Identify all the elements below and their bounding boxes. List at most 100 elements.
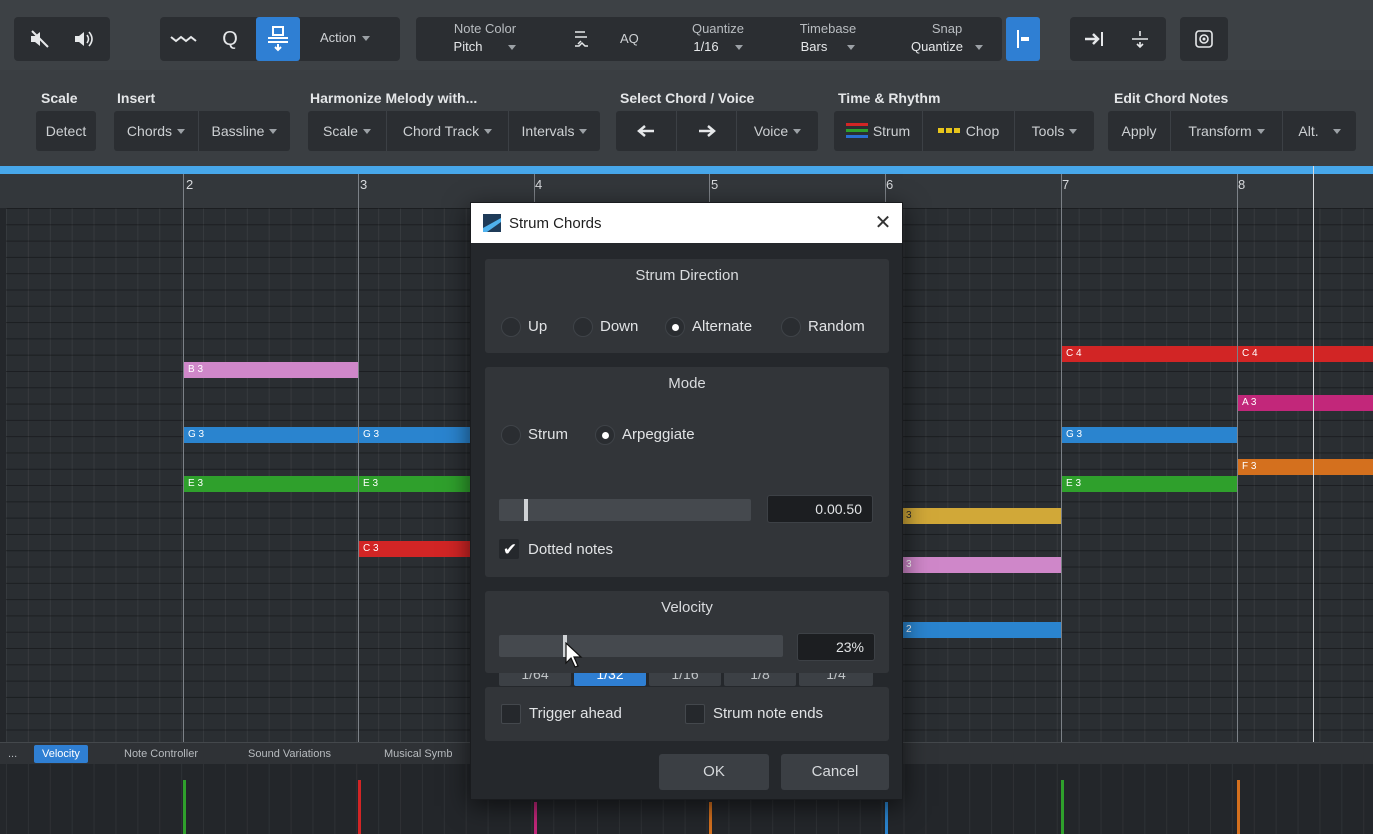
velocity-bar[interactable] — [183, 780, 186, 834]
loop-range-bar[interactable] — [0, 166, 1373, 174]
action-menu[interactable]: Action — [320, 30, 371, 45]
note-color-select[interactable]: Note Color Pitch — [426, 20, 544, 60]
tools-dropdown[interactable]: Tools — [1014, 111, 1094, 151]
note-event[interactable]: A 3 — [1238, 395, 1373, 411]
note-event[interactable]: 3 — [902, 557, 1061, 573]
bar-line — [1061, 174, 1062, 742]
quantize-select[interactable]: Quantize 1/16 — [668, 20, 768, 60]
velocity-bar[interactable] — [1237, 780, 1240, 834]
timing-slider[interactable] — [499, 499, 751, 521]
split-icon[interactable] — [1122, 17, 1158, 61]
note-event[interactable]: E 3 — [359, 476, 471, 492]
select-heading: Select Chord / Voice — [620, 90, 755, 106]
speaker-icon[interactable] — [66, 17, 102, 61]
chord-track-dropdown[interactable]: Chord Track — [386, 111, 508, 151]
note-event[interactable]: G 3 — [184, 427, 358, 443]
alt-label: Alt. — [1298, 123, 1319, 139]
select-previous-button[interactable] — [616, 111, 676, 151]
edit-tools-group: Q Action — [160, 17, 400, 61]
bar-number: 8 — [1238, 177, 1246, 192]
velocity-slider[interactable] — [499, 635, 783, 657]
dialog-titlebar[interactable]: Strum Chords ✕ — [471, 203, 902, 243]
time-rhythm-group: Strum Chop Tools — [834, 111, 1094, 151]
note-event[interactable]: E 3 — [1062, 476, 1237, 492]
tab-sound-variations[interactable]: Sound Variations — [240, 745, 339, 763]
scale-heading: Scale — [41, 90, 78, 106]
note-event[interactable]: G 3 — [1062, 427, 1237, 443]
note-event[interactable]: C 3 — [359, 541, 471, 557]
timebase-select[interactable]: Timebase Bars — [778, 20, 878, 60]
strum-icon — [845, 123, 868, 138]
apply-button[interactable]: Apply — [1108, 111, 1170, 151]
select-next-button[interactable] — [676, 111, 736, 151]
velocity-bar[interactable] — [709, 802, 712, 834]
bar-number: 6 — [886, 177, 894, 192]
tab-musical-symbols[interactable]: Musical Symb — [376, 745, 460, 763]
strum-direction-title: Strum Direction — [635, 267, 739, 284]
arrow-to-line-icon[interactable] — [1076, 17, 1112, 61]
radio-alternate[interactable] — [665, 317, 685, 337]
aq-button[interactable]: AQ — [620, 31, 639, 46]
top-toolbar: Q Action Note Color Pitch AQ Quantize 1/… — [0, 0, 1373, 70]
velocity-bar[interactable] — [358, 780, 361, 834]
harmonize-scale-dropdown[interactable]: Scale — [308, 111, 386, 151]
note-event[interactable]: 2 — [902, 622, 1061, 638]
note-length-icon[interactable] — [564, 17, 598, 61]
bassline-dropdown[interactable]: Bassline — [198, 111, 290, 151]
trigger-ahead-checkbox[interactable] — [501, 704, 521, 724]
note-event[interactable]: C 4 — [1062, 346, 1237, 362]
voice-dropdown[interactable]: Voice — [736, 111, 818, 151]
intervals-dropdown[interactable]: Intervals — [508, 111, 600, 151]
tab-note-controller[interactable]: Note Controller — [116, 745, 206, 763]
note-event[interactable]: F 3 — [1238, 459, 1373, 475]
velocity-value-field[interactable]: 23% — [797, 633, 875, 661]
timing-value-field[interactable]: 0.00.50 — [767, 495, 873, 523]
note-event[interactable]: E 3 — [184, 476, 358, 492]
quantize-group: Note Color Pitch AQ Quantize 1/16 Timeba… — [416, 17, 1002, 61]
bar-line — [358, 174, 359, 742]
radio-strum[interactable] — [501, 425, 521, 445]
note-event[interactable]: G 3 — [359, 427, 471, 443]
strum-button[interactable]: Strum — [834, 111, 922, 151]
radio-arpeggiate[interactable] — [595, 425, 615, 445]
velocity-bar[interactable] — [1061, 780, 1064, 834]
velocity-bar[interactable] — [534, 802, 537, 834]
playhead-cursor[interactable] — [1313, 166, 1314, 746]
bar-line — [1237, 174, 1238, 742]
time-rhythm-heading: Time & Rhythm — [838, 90, 941, 106]
snap-toggle-icon[interactable] — [1006, 17, 1040, 61]
cancel-button[interactable]: Cancel — [781, 754, 889, 790]
note-event[interactable]: B 3 — [184, 362, 358, 378]
tools-label: Tools — [1031, 123, 1065, 139]
mouse-cursor-icon — [565, 642, 583, 668]
radio-random[interactable] — [781, 317, 801, 337]
chords-dropdown[interactable]: Chords — [114, 111, 198, 151]
bar-number: 4 — [535, 177, 543, 192]
harmonize-heading: Harmonize Melody with... — [310, 90, 478, 106]
transform-dropdown[interactable]: Transform — [1170, 111, 1282, 151]
strum-label: Strum — [872, 123, 911, 139]
ok-button[interactable]: OK — [659, 754, 769, 790]
alt-dropdown[interactable]: Alt. — [1282, 111, 1356, 151]
radio-up[interactable] — [501, 317, 521, 337]
speaker-muted-icon[interactable] — [22, 17, 58, 61]
edit-chord-group: Apply Transform Alt. — [1108, 111, 1356, 151]
strum-note-ends-checkbox[interactable] — [685, 704, 705, 724]
radio-down[interactable] — [573, 317, 593, 337]
dotted-notes-checkbox[interactable]: ✔ — [499, 539, 519, 559]
quantize-q-button[interactable]: Q — [212, 17, 248, 61]
tab-velocity[interactable]: Velocity — [34, 745, 88, 763]
velocity-bar[interactable] — [885, 802, 888, 834]
target-icon[interactable] — [1186, 17, 1222, 61]
close-icon[interactable]: ✕ — [871, 211, 895, 235]
detect-button[interactable]: Detect — [36, 111, 96, 151]
lane-more-button[interactable]: ... — [4, 745, 21, 763]
chop-button[interactable]: Chop — [922, 111, 1014, 151]
snap-select[interactable]: Snap Quantize — [892, 20, 1002, 60]
wave-icon[interactable] — [164, 17, 206, 61]
dotted-notes-label: Dotted notes — [528, 541, 614, 558]
note-event[interactable]: C 4 — [1238, 346, 1373, 362]
strum-tool-icon[interactable] — [256, 17, 300, 61]
timing-slider-thumb[interactable] — [524, 499, 528, 521]
note-event[interactable]: 3 — [902, 508, 1061, 524]
